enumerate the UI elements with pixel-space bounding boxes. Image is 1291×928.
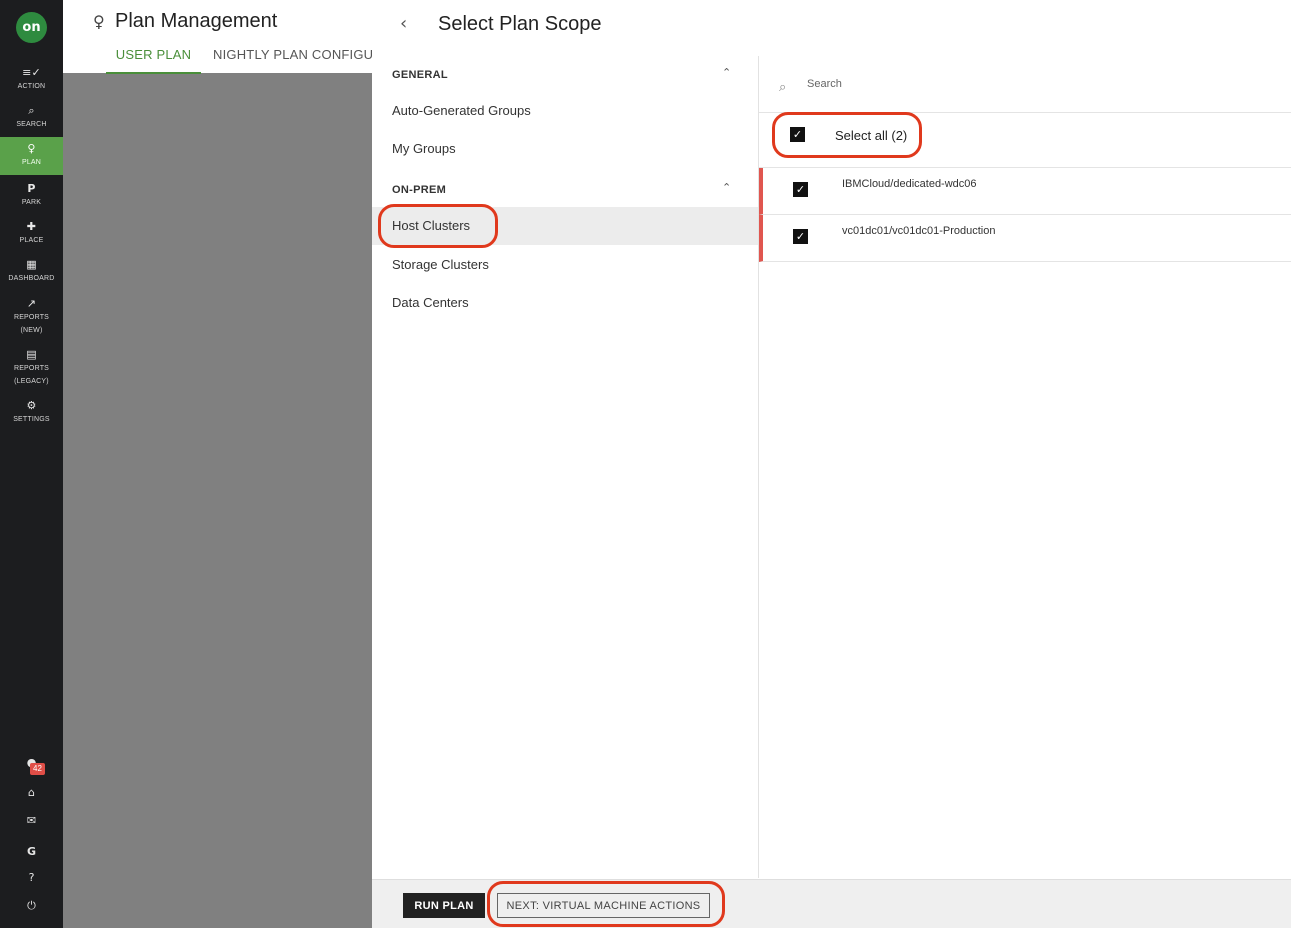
category-data-centers[interactable]: Data Centers xyxy=(372,284,758,322)
nav-label: SEARCH xyxy=(16,121,47,128)
category-storage-clusters[interactable]: Storage Clusters xyxy=(372,246,758,284)
nav-label: PLACE xyxy=(19,237,44,244)
nav-label: PARK xyxy=(21,199,42,206)
nav-item-place[interactable]: ✚ PLACE xyxy=(0,220,63,247)
nav-item-reports-new[interactable]: ↗ REPORTS (NEW) xyxy=(0,297,63,337)
search-icon: ⌕ xyxy=(28,104,35,117)
entity-name: vc01dc01/vc01dc01-Production xyxy=(842,225,996,237)
search-bar: ⌕ xyxy=(759,62,1291,113)
section-general: GENERAL xyxy=(392,69,448,81)
nav-label: PLAN xyxy=(21,159,42,166)
background-page: ♀ Plan Management USER PLAN NIGHTLY PLAN… xyxy=(63,0,422,928)
drawer-footer: RUN PLAN NEXT: VIRTUAL MACHINE ACTIONS xyxy=(372,879,1291,928)
nav-label: REPORTS xyxy=(13,365,50,372)
dashboard-icon: ▦ xyxy=(26,258,37,271)
page-title: Plan Management xyxy=(115,10,278,32)
help-icon[interactable]: ? xyxy=(0,871,63,884)
search-input[interactable] xyxy=(807,78,1227,90)
mail-icon[interactable]: ✉ xyxy=(0,814,63,827)
list-item[interactable]: ✓ vc01dc01/vc01dc01-Production xyxy=(759,215,1291,262)
nav-sublabel: (NEW) xyxy=(20,327,43,334)
select-plan-scope-drawer: ‹ Select Plan Scope GENERAL ⌃ Auto-Gener… xyxy=(372,0,1291,928)
section-on-prem: ON-PREM xyxy=(392,184,447,196)
nav-label: REPORTS xyxy=(13,314,50,321)
chevron-up-icon[interactable]: ⌃ xyxy=(722,181,731,194)
page-header: ♀ Plan Management USER PLAN NIGHTLY PLAN… xyxy=(63,0,422,74)
row-checkbox[interactable]: ✓ xyxy=(793,229,808,244)
action-icon: ≡✓ xyxy=(22,66,41,79)
google-icon[interactable]: G xyxy=(0,845,63,858)
tab-user-plan[interactable]: USER PLAN xyxy=(106,47,201,74)
nav-item-reports-legacy[interactable]: ▤ REPORTS (LEGACY) xyxy=(0,348,63,388)
nav-label: SETTINGS xyxy=(13,416,50,423)
row-checkbox[interactable]: ✓ xyxy=(793,182,808,197)
bulb-icon: ♀ xyxy=(93,12,105,31)
scope-category-list: GENERAL ⌃ Auto-Generated Groups My Group… xyxy=(372,56,758,878)
select-all-label: Select all (2) xyxy=(835,128,908,143)
nav-item-settings[interactable]: ⚙ SETTINGS xyxy=(0,399,63,426)
logo[interactable]: on xyxy=(16,12,47,43)
notification-badge: 42 xyxy=(30,763,45,775)
gift-icon[interactable]: ⌂ xyxy=(0,786,63,799)
nav-item-plan[interactable]: ♀ PLAN xyxy=(0,137,63,175)
category-host-clusters[interactable]: Host Clusters xyxy=(372,207,758,245)
run-plan-button[interactable]: RUN PLAN xyxy=(403,893,485,918)
list-item[interactable]: ✓ IBMCloud/dedicated-wdc06 xyxy=(759,168,1291,215)
nav-item-dashboard[interactable]: ▦ DASHBOARD xyxy=(0,258,63,285)
chevron-up-icon[interactable]: ⌃ xyxy=(722,66,731,79)
nav-label: DASHBOARD xyxy=(8,275,55,282)
select-all-checkbox[interactable]: ✓ xyxy=(790,127,805,142)
category-auto-generated-groups[interactable]: Auto-Generated Groups xyxy=(372,92,758,130)
clipboard-icon: ▤ xyxy=(26,348,37,361)
back-icon[interactable]: ‹ xyxy=(400,13,407,34)
nav-item-park[interactable]: P PARK xyxy=(0,182,63,209)
nav-item-search[interactable]: ⌕ SEARCH xyxy=(0,104,63,131)
search-icon: ⌕ xyxy=(779,80,787,95)
next-vm-actions-button[interactable]: NEXT: VIRTUAL MACHINE ACTIONS xyxy=(497,893,710,918)
park-icon: P xyxy=(27,182,36,195)
chart-icon: ↗ xyxy=(26,297,37,310)
left-nav: on ≡✓ ACTION ⌕ SEARCH ♀ PLAN P PARK ✚ PL… xyxy=(0,0,63,928)
bulb-icon: ♀ xyxy=(27,142,36,155)
select-all-row[interactable]: ✓ Select all (2) xyxy=(759,113,1291,168)
puzzle-icon: ✚ xyxy=(26,220,37,233)
nav-sublabel: (LEGACY) xyxy=(14,378,49,385)
category-my-groups[interactable]: My Groups xyxy=(372,130,758,168)
gear-icon: ⚙ xyxy=(26,399,37,412)
entity-name: IBMCloud/dedicated-wdc06 xyxy=(842,178,977,190)
nav-item-action[interactable]: ≡✓ ACTION xyxy=(0,66,63,93)
drawer-title: Select Plan Scope xyxy=(438,13,602,35)
power-icon[interactable]: ⏻ xyxy=(0,899,63,913)
nav-label: ACTION xyxy=(17,83,46,90)
